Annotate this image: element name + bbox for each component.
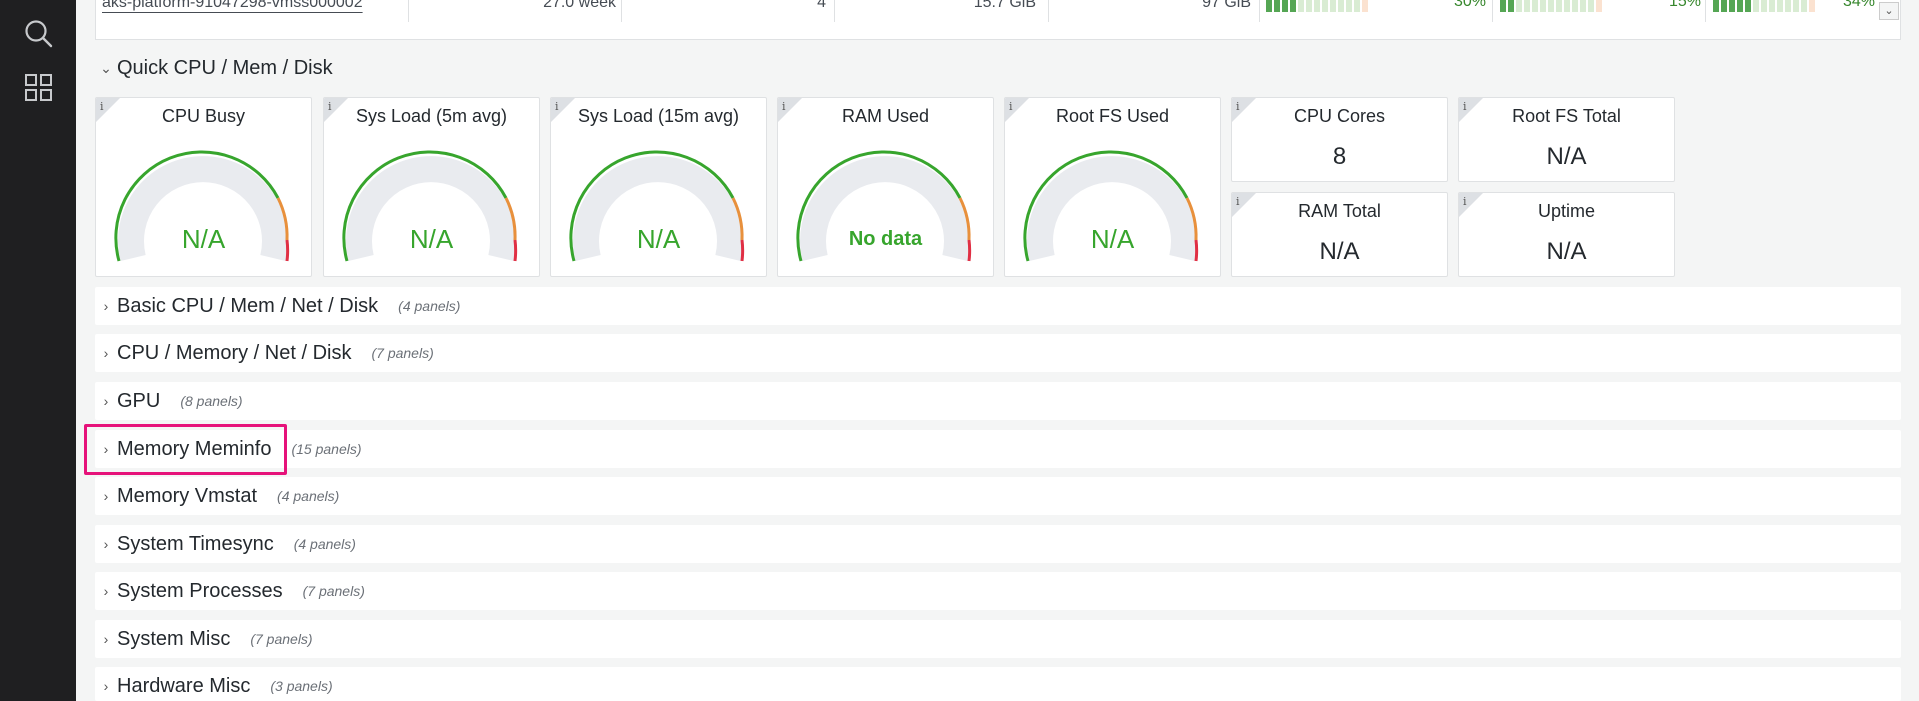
chevron-right-icon: › (103, 393, 109, 409)
disk-usage-percent: 34% (1842, 0, 1875, 10)
table-cell-uptime: 27.0 week (543, 0, 616, 11)
stat-value: N/A (1546, 238, 1587, 265)
stat-value: N/A (1546, 143, 1587, 170)
gauge-value: N/A (1090, 224, 1135, 254)
row-hardware-misc[interactable]: › Hardware Misc (3 panels) (95, 667, 1901, 701)
panel-root-fs-used[interactable]: i Root FS Used N/A (1004, 97, 1221, 277)
row-system-misc[interactable]: › System Misc (7 panels) (95, 620, 1901, 658)
panel-title: Sys Load (5m avg) (355, 106, 508, 126)
gauge-value: No data (848, 228, 923, 250)
row-title: System Timesync (117, 532, 274, 555)
row-panel-count: (7 panels) (250, 631, 313, 647)
stat-value: 8 (1332, 143, 1347, 170)
row-system-processes[interactable]: › System Processes (7 panels) (95, 572, 1901, 610)
row-title: System Misc (117, 627, 231, 650)
panel-title: RAM Used (841, 106, 930, 126)
stat-value: N/A (1319, 238, 1360, 265)
chevron-right-icon: › (103, 345, 109, 361)
row-panel-count: (3 panels) (270, 678, 333, 694)
panel-title: Sys Load (15m avg) (577, 106, 740, 126)
row-panel-count: (7 panels) (302, 583, 365, 599)
row-panel-count: (4 panels) (293, 536, 356, 552)
row-basic-cpu-mem-net-disk[interactable]: › Basic CPU / Mem / Net / Disk (4 panels) (95, 287, 1901, 325)
dashboard-main: aks-platform-91047298-vmss000002 27.0 we… (76, 0, 1919, 701)
panel-title: CPU Cores (1293, 106, 1386, 126)
table-cell-cpus: 4 (817, 0, 826, 11)
panel-ram-total[interactable]: i RAM Total N/A (1231, 192, 1448, 277)
gauge-value: N/A (636, 224, 681, 254)
row-title: GPU (117, 389, 161, 412)
row-panel-count: (4 panels) (398, 298, 461, 314)
row-panel-count: (15 panels) (291, 441, 362, 457)
panel-cpu-busy[interactable]: i CPU Busy N/A (95, 97, 312, 277)
table-cell-disk: 97 GiB (1202, 0, 1251, 11)
chevron-right-icon: › (103, 583, 109, 599)
chevron-right-icon: › (103, 678, 109, 694)
panel-uptime[interactable]: i Uptime N/A (1458, 192, 1675, 277)
cpu-usage-percent: 30% (1453, 0, 1486, 10)
chevron-right-icon: › (103, 488, 109, 504)
row-title: Hardware Misc (117, 674, 251, 697)
panel-title: Root FS Total (1512, 106, 1621, 126)
panel-ram-used[interactable]: i RAM Used No data (777, 97, 994, 277)
panel-cpu-cores[interactable]: i CPU Cores 8 (1231, 97, 1448, 182)
panel-title: Uptime (1537, 201, 1595, 221)
memory-usage-bar (1500, 0, 1602, 12)
row-panel-count: (4 panels) (277, 488, 340, 504)
dashboards-grid-icon[interactable] (23, 72, 54, 103)
row-quick-cpu-mem-disk[interactable]: ⌄ Quick CPU / Mem / Disk (98, 56, 333, 80)
panel-sys-load-15m[interactable]: i Sys Load (15m avg) N/A (550, 97, 767, 277)
memory-usage-percent: 15% (1668, 0, 1701, 10)
row-cpu-memory-net-disk[interactable]: › CPU / Memory / Net / Disk (7 panels) (95, 334, 1901, 372)
panel-title: CPU Busy (161, 106, 246, 126)
row-panel-count: (8 panels) (180, 393, 243, 409)
row-title: Quick CPU / Mem / Disk (117, 56, 333, 79)
sidebar (0, 0, 76, 701)
chevron-down-icon: ⌄ (100, 59, 112, 76)
panel-root-fs-total[interactable]: i Root FS Total N/A (1458, 97, 1675, 182)
row-system-timesync[interactable]: › System Timesync (4 panels) (95, 525, 1901, 563)
table-row-node-link[interactable]: aks-platform-91047298-vmss000002 (102, 0, 402, 14)
row-memory-meminfo[interactable]: › Memory Meminfo (15 panels) (95, 430, 1901, 468)
chevron-right-icon: › (103, 631, 109, 647)
row-panel-count: (7 panels) (371, 345, 434, 361)
highlight-box (84, 424, 287, 475)
chevron-right-icon: › (103, 536, 109, 552)
gauge-value: N/A (409, 224, 454, 254)
gauge-value: N/A (181, 224, 226, 254)
row-memory-vmstat[interactable]: › Memory Vmstat (4 panels) (95, 477, 1901, 515)
row-title: Memory Vmstat (117, 484, 258, 507)
node-table: aks-platform-91047298-vmss000002 27.0 we… (95, 0, 1901, 40)
chevron-right-icon: › (103, 298, 109, 314)
row-title: Basic CPU / Mem / Net / Disk (117, 294, 379, 317)
row-title: CPU / Memory / Net / Disk (117, 341, 352, 364)
search-icon[interactable] (23, 18, 54, 49)
panel-title: Root FS Used (1055, 106, 1170, 126)
panel-sys-load-5m[interactable]: i Sys Load (5m avg) N/A (323, 97, 540, 277)
table-scroll-down-button[interactable]: ⌄ (1879, 2, 1899, 20)
row-title: System Processes (117, 579, 283, 602)
cpu-usage-bar (1266, 0, 1368, 12)
panel-title: RAM Total (1298, 201, 1381, 221)
table-cell-ram: 15.7 GiB (973, 0, 1036, 11)
row-gpu[interactable]: › GPU (8 panels) (95, 382, 1901, 420)
